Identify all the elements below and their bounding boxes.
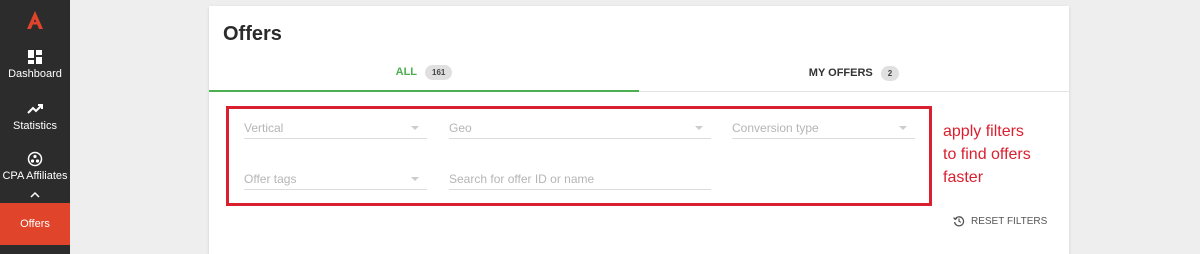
- reset-filters-label: RESET FILTERS: [971, 215, 1048, 227]
- chevron-up-icon[interactable]: [0, 186, 70, 204]
- affiliates-icon: [27, 150, 43, 168]
- annotation-line: apply filters: [943, 123, 1024, 140]
- sidebar: Dashboard Statistics CPA Affiliates Offe…: [0, 0, 70, 254]
- trending-up-icon: [27, 100, 43, 118]
- sidebar-item-label: Statistics: [12, 120, 57, 132]
- annotation-line: faster: [943, 169, 984, 186]
- tab-label: MY OFFERS: [808, 67, 873, 79]
- page-title: Offers: [223, 23, 282, 45]
- sidebar-item-label: CPA Affiliates: [2, 170, 68, 182]
- sidebar-item-statistics[interactable]: Statistics: [0, 100, 70, 146]
- tab-all[interactable]: ALL 161: [209, 54, 639, 92]
- filters-highlight-box: [226, 106, 932, 206]
- annotation-line: to find offers: [943, 146, 1031, 163]
- annotation-text: apply filters to find offers faster: [943, 120, 1073, 189]
- tab-my-offers[interactable]: MY OFFERS 2: [639, 54, 1069, 92]
- sidebar-item-cpa-affiliates[interactable]: CPA Affiliates: [0, 150, 70, 190]
- reset-filters-button[interactable]: RESET FILTERS: [953, 215, 1047, 227]
- offers-tabs: ALL 161 MY OFFERS 2: [209, 54, 1069, 92]
- sidebar-item-label: Dashboard: [8, 68, 62, 80]
- tab-label: ALL: [395, 66, 418, 78]
- sidebar-item-offers[interactable]: Offers: [0, 203, 70, 245]
- count-badge: 161: [425, 64, 453, 80]
- sidebar-item-dashboard[interactable]: Dashboard: [0, 48, 70, 94]
- dashboard-icon: [28, 48, 42, 66]
- count-badge: 2: [880, 65, 900, 81]
- logo[interactable]: [0, 0, 70, 40]
- sidebar-item-label: Offers: [20, 218, 50, 230]
- history-icon: [953, 215, 965, 227]
- logo-icon: [27, 11, 43, 29]
